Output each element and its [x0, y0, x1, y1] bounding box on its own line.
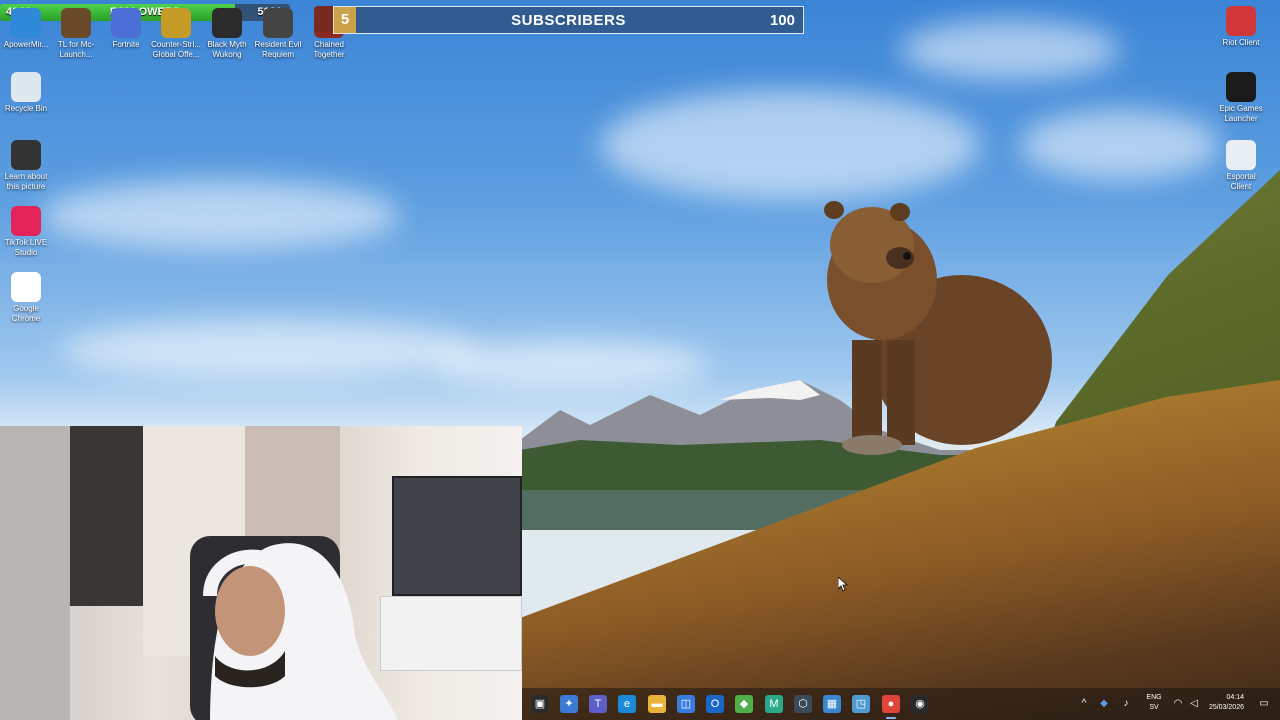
- desktop-shortcut[interactable]: Resident Evil Requiem: [252, 8, 304, 60]
- esportal-icon: [1226, 140, 1256, 170]
- webcam-curtain: [70, 426, 150, 606]
- file-explorer-icon[interactable]: ▬: [648, 695, 666, 713]
- desktop-shortcut-label: ApowerMir...: [3, 40, 49, 49]
- desktop-shortcut[interactable]: Fortnite: [100, 8, 152, 50]
- tiktok-live-icon: [11, 206, 41, 236]
- desktop-shortcut-label: TL for Mc-Launch...: [57, 40, 95, 59]
- desktop-shortcut[interactable]: Epic Games Launcher: [1215, 72, 1267, 124]
- webcam-chair: [0, 426, 70, 720]
- desktop-shortcut[interactable]: TikTok LIVE Studio: [0, 206, 52, 258]
- epic-games-icon: [1226, 72, 1256, 102]
- taskbar: ▣ ✦ Te ▬ ◫ O ◆ M ⬡ ▦ ◳ ● ◉ ^ ◆ ♪ ENG SV ◠ ◁ 04:14 25…: [522, 688, 1280, 720]
- microphone-icon[interactable]: ♪: [1120, 698, 1132, 710]
- recycle-bin-icon: [11, 72, 41, 102]
- copilot-icon[interactable]: ✦: [560, 695, 578, 713]
- teams-icon[interactable]: T: [589, 695, 607, 713]
- clock[interactable]: 04:14 25/03/2026: [1194, 693, 1244, 713]
- desktop-shortcut-label: Resident Evil Requiem: [254, 40, 302, 59]
- settings-icon[interactable]: ⬡: [794, 695, 812, 713]
- desktop-shortcut[interactable]: Google Chrome: [0, 272, 52, 324]
- webcam-feed: [0, 426, 522, 720]
- riot-client-icon: [1226, 6, 1256, 36]
- desktop-shortcut[interactable]: Counter-Stri... Global Offe...: [150, 8, 202, 60]
- subscribers-label: SUBSCRIBERS: [511, 12, 626, 29]
- notifications-icon[interactable]: ▭: [1258, 698, 1270, 710]
- language-secondary: SV: [1149, 704, 1159, 711]
- desktop-shortcut-label: Google Chrome: [11, 304, 41, 323]
- outlook-icon[interactable]: O: [706, 695, 724, 713]
- desktop-shortcut[interactable]: Riot Client: [1215, 6, 1267, 48]
- subscribers-goal: 100: [769, 12, 795, 29]
- subscribers-goal-bar: 5 SUBSCRIBERS 100: [333, 6, 804, 34]
- language-primary: ENG: [1146, 694, 1162, 701]
- desktop-shortcut-label: Esportal Client: [1226, 172, 1256, 191]
- desktop-shortcut-label: TikTok LIVE Studio: [4, 238, 48, 257]
- edge-icon[interactable]: e: [618, 695, 636, 713]
- streamer: [190, 536, 398, 720]
- desktop-shortcut[interactable]: Esportal Client: [1215, 140, 1267, 192]
- obs-icon[interactable]: ◉: [911, 695, 929, 713]
- microsoft-365-icon[interactable]: M: [765, 695, 783, 713]
- desktop-shortcut-label: Chained Together: [313, 40, 345, 59]
- chrome-icon: [11, 272, 41, 302]
- phone-mirror-icon: [11, 8, 41, 38]
- clock-time: 04:14: [1226, 694, 1244, 701]
- desktop-shortcut-label: Learn about this picture: [4, 172, 48, 191]
- vpn-shield-icon[interactable]: ◆: [735, 695, 753, 713]
- black-myth-icon: [212, 8, 242, 38]
- desktop-shortcut-label: Black Myth Wukong: [207, 40, 247, 59]
- active-app-indicator: [886, 717, 896, 719]
- show-hidden-icons-chevron-icon[interactable]: ^: [1078, 698, 1090, 710]
- mouse-cursor-icon: [838, 577, 848, 591]
- webcam-tv: [392, 476, 522, 596]
- resident-evil-icon: [263, 8, 293, 38]
- minecraft-launcher-icon: [61, 8, 91, 38]
- desktop-shortcut-label: Fortnite: [112, 40, 140, 49]
- learn-about-picture-icon: [11, 140, 41, 170]
- desktop-shortcut[interactable]: Recycle Bin: [0, 72, 52, 114]
- desktop-shortcut-label: Recycle Bin: [4, 104, 48, 113]
- photos-icon[interactable]: ▦: [823, 695, 841, 713]
- desktop-shortcut[interactable]: Black Myth Wukong: [201, 8, 253, 60]
- desktop-shortcut-label: Epic Games Launcher: [1219, 104, 1263, 123]
- desktop-shortcut-label: Riot Client: [1222, 38, 1260, 47]
- bear-image: [824, 201, 1052, 455]
- csgo-icon: [161, 8, 191, 38]
- language-indicator[interactable]: ENG SV: [1144, 693, 1164, 713]
- desktop-shortcut-label: Counter-Stri... Global Offe...: [151, 40, 201, 59]
- microsoft-store-icon[interactable]: ◫: [677, 695, 695, 713]
- chrome-taskbar-icon[interactable]: ●: [882, 695, 900, 713]
- desktop-shortcut[interactable]: Learn about this picture: [0, 140, 52, 192]
- clock-date: 25/03/2026: [1208, 704, 1244, 711]
- desktop-shortcut[interactable]: ApowerMir...: [0, 8, 52, 50]
- wifi-icon[interactable]: ◠: [1172, 698, 1184, 710]
- snipping-tool-icon[interactable]: ◳: [852, 695, 870, 713]
- start-button[interactable]: ▣: [531, 695, 549, 713]
- fortnite-icon: [111, 8, 141, 38]
- tray-app-icon[interactable]: ◆: [1098, 698, 1110, 710]
- desktop-shortcut[interactable]: TL for Mc-Launch...: [50, 8, 102, 60]
